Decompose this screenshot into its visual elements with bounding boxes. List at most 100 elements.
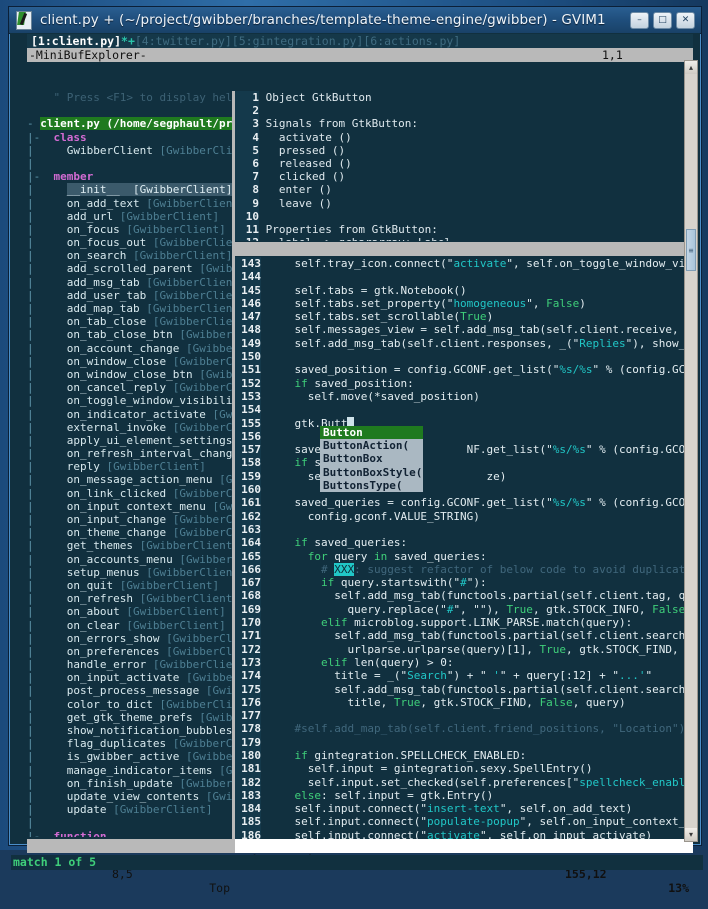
taglist-row[interactable]: | on_link_clicked [GwibberClient] bbox=[27, 487, 232, 500]
taglist-row[interactable]: | setup_menus [GwibberClient] bbox=[27, 566, 232, 579]
taglist-row[interactable]: | __init__ [GwibberClient] bbox=[27, 183, 232, 197]
code-line[interactable]: 165 for query in saved_queries: bbox=[235, 549, 693, 563]
taglist-row[interactable]: | on_about [GwibberClient] bbox=[27, 605, 232, 618]
code-line[interactable]: 152 if saved_position: bbox=[235, 376, 693, 390]
code-line[interactable]: 156 bbox=[235, 429, 693, 444]
autocomplete-item[interactable]: ButtonBox bbox=[320, 452, 423, 465]
code-line[interactable]: 155 gtk.Butt bbox=[235, 416, 693, 430]
vertical-scrollbar[interactable]: ▴ ≡ ▾ bbox=[684, 60, 698, 842]
taglist-row[interactable]: | apply_ui_element_settings [GwibberClie… bbox=[27, 434, 232, 447]
scroll-down-arrow[interactable]: ▾ bbox=[685, 828, 697, 841]
code-line[interactable]: 143 self.tray_icon.connect("activate", s… bbox=[235, 257, 693, 271]
code-line[interactable]: 172 urlparse.urlparse(query)[1], True, g… bbox=[235, 642, 693, 656]
taglist-row[interactable]: | show_notification_bubbles [GwibberClie… bbox=[27, 724, 232, 737]
taglist-row[interactable]: | on_input_change [GwibberClient] bbox=[27, 513, 232, 526]
taglist-row[interactable]: | add_scrolled_parent [GwibberClient] bbox=[27, 262, 232, 275]
taglist-row[interactable]: | on_account_change [GwibberClient] bbox=[27, 342, 232, 355]
code-line[interactable]: 184 self.input.connect("insert-text", se… bbox=[235, 802, 693, 816]
taglist-row[interactable]: | bbox=[27, 157, 232, 170]
code-line[interactable]: 173 elif len(query) > 0: bbox=[235, 655, 693, 670]
taglist-row[interactable]: | post_process_message [GwibberClient] bbox=[27, 684, 232, 697]
taglist-row[interactable]: | handle_error [GwibberClient] bbox=[27, 658, 232, 671]
code-line[interactable]: 158 if sav bbox=[235, 456, 693, 470]
code-line[interactable]: 186 self.input.connect("activate", self.… bbox=[235, 828, 693, 839]
taglist-row[interactable]: | on_cancel_reply [GwibberClient] bbox=[27, 381, 232, 394]
code-line[interactable]: 160 bbox=[235, 483, 693, 497]
taglist-window[interactable]: " Press <F1> to display help text - clie… bbox=[27, 91, 232, 837]
taglist-row[interactable]: | on_quit [GwibberClient] bbox=[27, 579, 232, 592]
autocomplete-item[interactable]: Button bbox=[320, 426, 423, 440]
code-line[interactable]: 147 self.tabs.set_scrollable(True) bbox=[235, 310, 693, 324]
taglist-row[interactable]: | flag_duplicates [GwibberClient] bbox=[27, 737, 232, 750]
taglist-row[interactable]: | manage_indicator_items [GwibberClient] bbox=[27, 764, 232, 777]
taglist-row[interactable]: | on_toggle_window_visibility [GwibberCl… bbox=[27, 394, 232, 407]
taglist-row[interactable]: |- class bbox=[27, 131, 232, 144]
code-line[interactable]: 171 self.add_msg_tab(functools.partial(s… bbox=[235, 629, 693, 643]
code-line[interactable]: 153 self.move(*saved_position) bbox=[235, 389, 693, 404]
taglist-row[interactable]: | on_refresh [GwibberClient] bbox=[27, 592, 232, 605]
code-line[interactable]: 175 self.add_msg_tab(functools.partial(s… bbox=[235, 682, 693, 696]
code-line[interactable]: 163 bbox=[235, 522, 693, 537]
taglist-row[interactable]: | on_focus [GwibberClient] bbox=[27, 223, 232, 236]
taglist-row[interactable]: | is_gwibber_active [GwibberClient] bbox=[27, 750, 232, 763]
taglist-row[interactable]: | on_errors_show [GwibberClient] bbox=[27, 632, 232, 645]
taglist-row[interactable]: - client.py (/home/segphault/proj bbox=[27, 117, 232, 131]
buffer-tabs-other[interactable]: [4:twitter.py][5:gintegration.py][6:acti… bbox=[135, 34, 460, 48]
taglist-row[interactable]: | on_refresh_interval_changed [GwibberCl… bbox=[27, 447, 232, 460]
code-line[interactable]: 162 config.gconf.VALUE_STRING) bbox=[235, 509, 693, 523]
title-bar[interactable]: client.py + (~/project/gwibber/branches/… bbox=[9, 7, 701, 34]
code-line[interactable]: 154 bbox=[235, 403, 693, 417]
code-editor-window[interactable]: 143 self.tray_icon.connect("activate", s… bbox=[235, 257, 693, 839]
taglist-row[interactable]: |- member bbox=[27, 170, 232, 183]
taglist-row[interactable]: | reply [GwibberClient] bbox=[27, 460, 232, 473]
taglist-row[interactable]: | add_url [GwibberClient] bbox=[27, 210, 232, 223]
code-line[interactable]: 185 self.input.connect("populate-popup",… bbox=[235, 815, 693, 829]
minibufexplorer-window[interactable]: [1:client.py]*+[4:twitter.py][5:gintegra… bbox=[27, 34, 693, 62]
taglist-row[interactable]: " Press <F1> to display help text bbox=[27, 91, 232, 104]
code-line[interactable]: 157 saved_ NF.get_list("%s/%s" % (config… bbox=[235, 443, 693, 457]
taglist-row[interactable]: | on_preferences [GwibberClient] bbox=[27, 645, 232, 658]
code-line[interactable]: 179 bbox=[235, 735, 693, 749]
taglist-row[interactable]: | on_window_close [GwibberClient] bbox=[27, 355, 232, 368]
code-line[interactable]: 169 query.replace("#", ""), True, gtk.ST… bbox=[235, 602, 693, 617]
code-line[interactable]: 150 bbox=[235, 350, 693, 364]
code-line[interactable]: 144 bbox=[235, 270, 693, 284]
code-line[interactable]: 170 elif microblog.support.LINK_PARSE.ma… bbox=[235, 616, 693, 630]
code-line[interactable]: 174 title = _("Search") + " '" + query[:… bbox=[235, 669, 693, 683]
taglist-row[interactable]: | on_clear [GwibberClient] bbox=[27, 619, 232, 632]
code-line[interactable]: 148 self.messages_view = self.add_msg_ta… bbox=[235, 323, 693, 337]
code-line[interactable]: 164 if saved_queries: bbox=[235, 536, 693, 550]
scroll-up-arrow[interactable]: ▴ bbox=[685, 61, 697, 74]
taglist-row[interactable]: | color_to_dict [GwibberClient] bbox=[27, 698, 232, 711]
code-line[interactable]: 178 #self.add_map_tab(self.client.friend… bbox=[235, 722, 693, 736]
code-line[interactable]: 183 else: self.input = gtk.Entry() bbox=[235, 788, 693, 803]
taglist-row[interactable]: | add_msg_tab [GwibberClient] bbox=[27, 276, 232, 289]
taglist-row[interactable]: | on_add_text [GwibberClient] bbox=[27, 197, 232, 210]
code-line[interactable]: 167 if query.startswith("#"): bbox=[235, 576, 693, 590]
code-line[interactable]: 177 bbox=[235, 709, 693, 723]
code-line[interactable]: 176 title, True, gtk.STOCK_FIND, False, … bbox=[235, 695, 693, 710]
code-line[interactable]: 182 self.input.set_checked(self.preferen… bbox=[235, 775, 693, 789]
preview-window[interactable]: 1 Object GtkButton 2 3 Signals from GtkBu… bbox=[235, 91, 693, 241]
taglist-row[interactable]: | update [GwibberClient] bbox=[27, 803, 232, 816]
autocomplete-item[interactable]: ButtonsType( bbox=[320, 479, 423, 492]
taglist-row[interactable]: | on_finish_update [GwibberClient] bbox=[27, 777, 232, 790]
close-button[interactable]: ✕ bbox=[676, 11, 695, 29]
autocomplete-popup[interactable]: Button ButtonAction(ButtonBox ButtonBoxSty… bbox=[320, 426, 423, 492]
taglist-row[interactable]: | update_view_contents [GwibberClient] bbox=[27, 790, 232, 803]
taglist-row[interactable]: | on_input_activate [GwibberClient] bbox=[27, 671, 232, 684]
code-line[interactable]: 161 saved_queries = config.GCONF.get_lis… bbox=[235, 496, 693, 510]
taglist-row[interactable]: | on_tab_close_btn [GwibberClient] bbox=[27, 328, 232, 341]
code-line[interactable]: 146 self.tabs.set_property("homogeneous"… bbox=[235, 296, 693, 311]
taglist-row[interactable] bbox=[27, 104, 232, 117]
taglist-row[interactable]: | on_search [GwibberClient] bbox=[27, 249, 232, 262]
minimize-button[interactable]: – bbox=[630, 11, 649, 29]
taglist-row[interactable]: | on_indicator_activate [GwibberClient] bbox=[27, 408, 232, 421]
code-line[interactable]: 180 if gintegration.SPELLCHECK_ENABLED: bbox=[235, 748, 693, 763]
taglist-row[interactable]: | on_accounts_menu [GwibberClient] bbox=[27, 553, 232, 566]
scrollbar-thumb[interactable]: ≡ bbox=[686, 229, 696, 271]
code-line[interactable]: 151 saved_position = config.GCONF.get_li… bbox=[235, 363, 693, 377]
taglist-row[interactable]: | get_gtk_theme_prefs [GwibberClient] bbox=[27, 711, 232, 724]
code-line[interactable]: 166 # XXX: suggest refactor of below cod… bbox=[235, 562, 693, 577]
taglist-row[interactable]: | on_window_close_btn [GwibberClient] bbox=[27, 368, 232, 381]
